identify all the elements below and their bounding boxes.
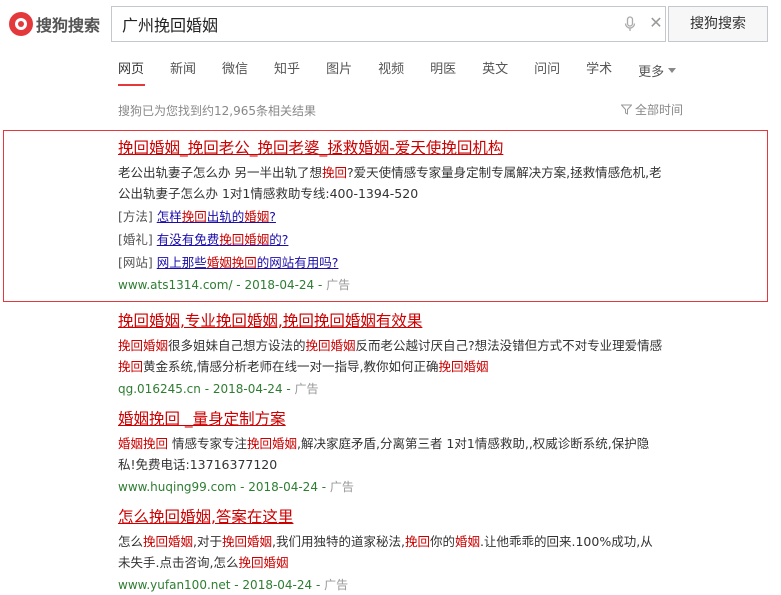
highlight-text: 挽回婚姻 <box>305 338 356 353</box>
ad-label: 广告 <box>324 578 349 592</box>
highlight-text: 挽回婚姻 <box>118 338 169 353</box>
logo-text: 搜狗搜索 <box>36 16 101 35</box>
highlight-text: 挽回 <box>118 359 144 374</box>
result-sublinks: [方法] 怎样挽回出轨的婚姻? [婚礼] 有没有免费挽回婚姻的? [网站] 网上那些… <box>118 207 663 273</box>
tab-7[interactable]: 英文 <box>482 60 508 80</box>
text-segment: 情感专家专注 <box>168 436 247 451</box>
sublink[interactable]: 网上那些婚姻挽回的网站有用吗? <box>157 255 339 270</box>
result-description: 婚姻挽回 情感专家专注挽回婚姻,解决家庭矛盾,分离第三者 1对1情感救助,,权威… <box>118 433 663 475</box>
text-segment: 网上那些 <box>156 255 207 270</box>
sogou-logo-icon <box>9 12 33 36</box>
clear-icon[interactable]: ✕ <box>648 15 664 31</box>
sublink[interactable]: 有没有免费挽回婚姻的? <box>157 232 289 247</box>
result-title[interactable]: 婚姻挽回 _量身定制方案 <box>118 409 663 429</box>
search-box: ✕ <box>111 6 666 42</box>
microphone-icon[interactable] <box>622 16 638 32</box>
result-count: 搜狗已为您找到约12,965条相关结果 <box>118 104 316 118</box>
time-filter-label: 全部时间 <box>635 103 684 117</box>
result-url[interactable]: qg.016245.cn - 2018-04-24 - 广告 <box>118 380 663 398</box>
ad-label: 广告 <box>326 278 351 292</box>
result-title[interactable]: 挽回婚姻,专业挽回婚姻,挽回挽回婚姻有效果 <box>118 311 663 331</box>
text-segment: ,对于 <box>193 534 223 549</box>
highlight-text: 婚姻挽回 <box>206 255 257 270</box>
result-title[interactable]: 怎么挽回婚姻,答案在这里 <box>118 507 663 527</box>
ad-label: 广告 <box>329 480 354 494</box>
active-tab-indicator <box>118 84 145 86</box>
tab-9[interactable]: 学术 <box>586 60 612 80</box>
search-button[interactable]: 搜狗搜索 <box>668 6 768 42</box>
sublink-row: [网站] 网上那些婚姻挽回的网站有用吗? <box>118 253 663 273</box>
highlight-text: 婚姻 <box>244 209 270 224</box>
highlight-text: 挽回婚姻 <box>143 534 194 549</box>
text-segment: 出轨的 <box>206 209 245 224</box>
sublink[interactable]: 怎样挽回出轨的婚姻? <box>157 209 276 224</box>
sublink-tag: [方法] <box>118 209 157 224</box>
filter-icon <box>621 104 632 115</box>
text-segment: 老公出轨妻子怎么办 另一半出轨了想 <box>118 165 322 180</box>
tab-1[interactable]: 新闻 <box>170 60 196 80</box>
tab-5[interactable]: 视频 <box>378 60 404 80</box>
result-description: 怎么挽回婚姻,对于挽回婚姻,我们用独特的道家秘法,挽回你的婚姻.让他乖乖的回来.… <box>118 531 663 573</box>
tab-2[interactable]: 微信 <box>222 60 248 80</box>
result-title[interactable]: 挽回婚姻_挽回老公_挽回老婆_拯救婚姻-爱天使挽回机构 <box>118 138 663 158</box>
sublink-tag: [婚礼] <box>118 232 157 247</box>
chevron-down-icon <box>668 67 677 73</box>
highlight-text: 挽回 <box>181 209 207 224</box>
result-description: 老公出轨妻子怎么办 另一半出轨了想挽回?爱天使情感专家量身定制专属解决方案,拯救… <box>118 162 663 204</box>
tab-3[interactable]: 知乎 <box>274 60 300 80</box>
search-input[interactable] <box>112 7 602 41</box>
result-4: 怎么挽回婚姻,答案在这里 怎么挽回婚姻,对于挽回婚姻,我们用独特的道家秘法,挽回… <box>118 507 663 594</box>
text-segment: 的? <box>269 232 289 247</box>
tab-6[interactable]: 明医 <box>430 60 456 80</box>
result-url[interactable]: www.yufan100.net - 2018-04-24 - 广告 <box>118 576 663 594</box>
tab-more[interactable]: 更多 <box>638 60 677 80</box>
highlight-text: 挽回婚姻 <box>222 534 273 549</box>
highlight-text: 婚姻 <box>455 534 481 549</box>
result-2: 挽回婚姻,专业挽回婚姻,挽回挽回婚姻有效果 挽回婚姻很多姐妹自己想方设法的挽回婚… <box>118 311 663 398</box>
highlight-text: 挽回婚姻 <box>247 436 298 451</box>
text-segment: 很多姐妹自己想方设法的 <box>168 338 306 353</box>
time-filter[interactable]: 全部时间 <box>621 101 683 118</box>
highlight-text: 挽回婚姻 <box>238 555 289 570</box>
highlight-text: 挽回 <box>321 165 347 180</box>
text-segment: 你的 <box>430 534 456 549</box>
result-1: 挽回婚姻_挽回老公_挽回老婆_拯救婚姻-爱天使挽回机构 老公出轨妻子怎么办 另一… <box>118 138 663 294</box>
text-segment: 怎样 <box>156 209 182 224</box>
ad-label: 广告 <box>294 382 319 396</box>
tab-0[interactable]: 网页 <box>118 60 144 80</box>
text-segment: ? <box>269 209 276 224</box>
text-segment: 有没有免费 <box>156 232 220 247</box>
vertical-tabs: 网页 新闻 微信 知乎 图片 视频 明医 英文 问问 学术 更多 <box>118 60 677 80</box>
result-url[interactable]: www.ats1314.com/ - 2018-04-24 - 广告 <box>118 276 663 294</box>
highlight-text: 挽回婚姻 <box>438 359 489 374</box>
result-description: 挽回婚姻很多姐妹自己想方设法的挽回婚姻反而老公越讨厌自己?想法没错但方式不对专业… <box>118 335 663 377</box>
sublink-tag: [网站] <box>118 255 157 270</box>
result-3: 婚姻挽回 _量身定制方案 婚姻挽回 情感专家专注挽回婚姻,解决家庭矛盾,分离第三… <box>118 409 663 496</box>
highlight-text: 挽回 <box>404 534 430 549</box>
sublink-row: [婚礼] 有没有免费挽回婚姻的? <box>118 230 663 250</box>
text-segment: 怎么 <box>118 534 144 549</box>
text-segment: 黄金系统,情感分析老师在线一对一指导,教你如何正确 <box>143 359 439 374</box>
sogou-logo[interactable]: 搜狗搜索 <box>9 12 100 36</box>
tab-4[interactable]: 图片 <box>326 60 352 80</box>
tab-more-label: 更多 <box>638 64 665 80</box>
text-segment: 反而老公越讨厌自己?想法没错但方式不对专业理爱情感 <box>355 338 663 353</box>
tab-8[interactable]: 问问 <box>534 60 560 80</box>
text-segment: ,我们用独特的道家秘法, <box>272 534 405 549</box>
result-url[interactable]: www.huqing99.com - 2018-04-24 - 广告 <box>118 478 663 496</box>
highlight-text: 挽回婚姻 <box>219 232 270 247</box>
text-segment: 的网站有用吗? <box>256 255 339 270</box>
sublink-row: [方法] 怎样挽回出轨的婚姻? <box>118 207 663 227</box>
highlight-text: 婚姻挽回 <box>118 436 169 451</box>
